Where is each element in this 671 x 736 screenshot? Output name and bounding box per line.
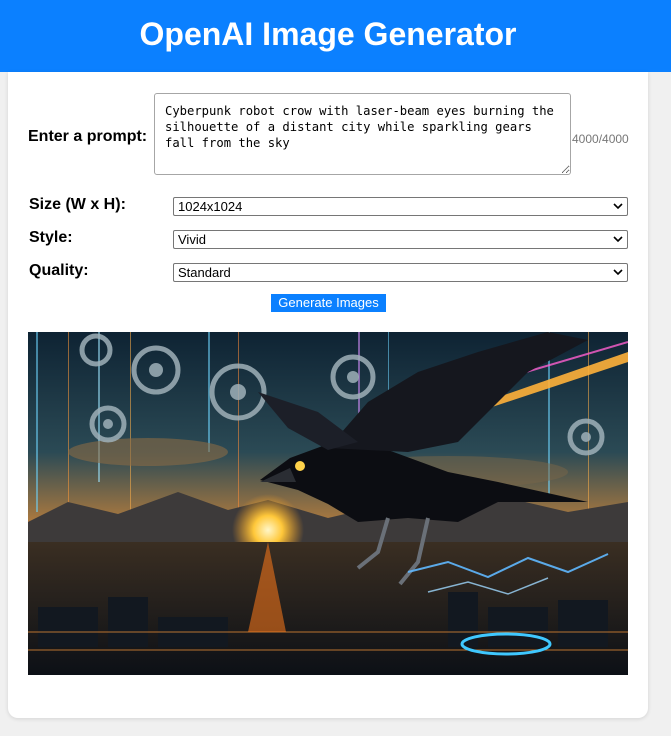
chevron-down-icon (613, 203, 623, 210)
size-select[interactable]: 1024x1024 (173, 197, 628, 216)
prompt-label: Enter a prompt: (28, 128, 148, 145)
style-select[interactable]: Vivid (173, 230, 628, 249)
style-label: Style: (29, 229, 73, 246)
quality-select-value: Standard (178, 265, 231, 280)
size-label: Size (W x H): (29, 196, 126, 213)
app-title: OpenAI Image Generator (139, 16, 517, 52)
generate-button[interactable]: Generate Images (271, 294, 386, 312)
char-count: 4000/4000 (572, 132, 629, 146)
generated-image-art (28, 332, 628, 675)
quality-select[interactable]: Standard (173, 263, 628, 282)
chevron-down-icon (613, 236, 623, 243)
style-select-value: Vivid (178, 232, 206, 247)
size-select-value: 1024x1024 (178, 199, 243, 214)
quality-label: Quality: (29, 262, 89, 279)
generated-image (28, 332, 628, 675)
prompt-input[interactable]: Cyberpunk robot crow with laser-beam eye… (154, 93, 571, 175)
app-header: OpenAI Image Generator (0, 0, 671, 72)
chevron-down-icon (613, 269, 623, 276)
